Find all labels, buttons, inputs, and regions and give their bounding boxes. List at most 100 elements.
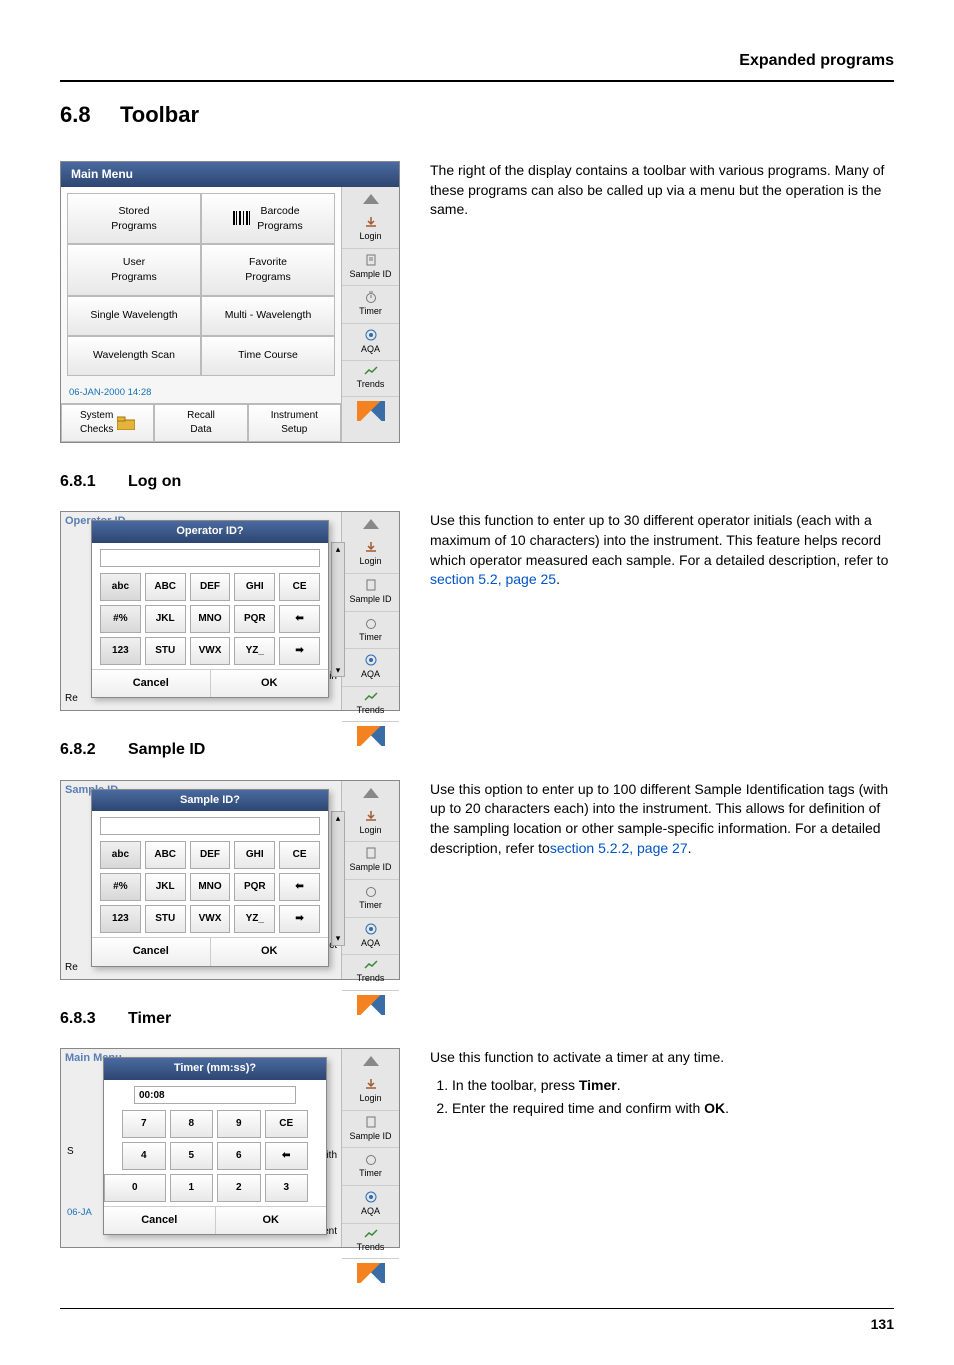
key-stu[interactable]: STU	[145, 905, 186, 933]
key-3[interactable]: 3	[265, 1174, 309, 1202]
aqa-toolbar-button[interactable]: AQA	[342, 1186, 399, 1224]
cancel-button[interactable]: Cancel	[92, 938, 211, 965]
key-vwx[interactable]: VWX	[190, 637, 231, 665]
trends-toolbar-button[interactable]: Trends	[342, 955, 399, 991]
timer-description: Use this function to activate a timer at…	[430, 1048, 894, 1068]
aqa-icon	[365, 329, 377, 341]
timer-toolbar-button[interactable]: Timer	[342, 286, 399, 324]
ok-button[interactable]: OK	[216, 1207, 327, 1234]
key-mno[interactable]: MNO	[190, 873, 231, 901]
key-0[interactable]: 0	[104, 1174, 166, 1202]
recall-data-button[interactable]: Recall Data	[154, 404, 247, 442]
timer-value-input[interactable]: 00:08	[134, 1086, 296, 1104]
sub2-num: 6.8.2	[60, 739, 128, 761]
system-checks-button[interactable]: System Checks	[61, 404, 154, 442]
ok-button[interactable]: OK	[211, 670, 329, 697]
key-123[interactable]: 123	[100, 637, 141, 665]
login-toolbar-button[interactable]: Login	[342, 211, 399, 249]
section-5-2-link[interactable]: section 5.2, page 25	[430, 571, 556, 587]
key-def[interactable]: DEF	[190, 841, 231, 869]
key-5[interactable]: 5	[170, 1142, 214, 1170]
login-toolbar-button[interactable]: Login	[342, 536, 399, 574]
key-1[interactable]: 1	[170, 1174, 214, 1202]
scroll-up-icon[interactable]	[363, 1056, 379, 1066]
sample-id-description: Use this option to enter up to 100 diffe…	[430, 780, 894, 858]
key-symbols[interactable]: #%	[100, 873, 141, 901]
aqa-toolbar-button[interactable]: AQA	[342, 324, 399, 362]
key-123[interactable]: 123	[100, 905, 141, 933]
trends-toolbar-button[interactable]: Trends	[342, 687, 399, 723]
sample-id-toolbar-button[interactable]: Sample ID	[342, 249, 399, 287]
key-ghi[interactable]: GHI	[234, 573, 275, 601]
single-wavelength-button[interactable]: Single Wavelength	[67, 296, 201, 336]
aqa-toolbar-button[interactable]: AQA	[342, 649, 399, 687]
key-back[interactable]: ⬅	[265, 1142, 309, 1170]
sub1-num: 6.8.1	[60, 471, 128, 493]
key-vwx[interactable]: VWX	[190, 905, 231, 933]
key-jkl[interactable]: JKL	[145, 605, 186, 633]
timer-toolbar-button[interactable]: Timer	[342, 1148, 399, 1186]
timer-toolbar-button[interactable]: Timer	[342, 612, 399, 650]
trends-toolbar-button[interactable]: Trends	[342, 361, 399, 397]
key-ce[interactable]: CE	[265, 1110, 309, 1138]
cancel-button[interactable]: Cancel	[92, 670, 211, 697]
key-back[interactable]: ⬅	[279, 873, 320, 901]
key-back[interactable]: ⬅	[279, 605, 320, 633]
login-toolbar-button[interactable]: Login	[342, 805, 399, 843]
key-6[interactable]: 6	[217, 1142, 261, 1170]
aqa-toolbar-button[interactable]: AQA	[342, 918, 399, 956]
key-abc[interactable]: ABC	[145, 573, 186, 601]
user-programs-button[interactable]: User Programs	[67, 244, 201, 295]
login-toolbar-button[interactable]: Login	[342, 1073, 399, 1111]
multi-wavelength-button[interactable]: Multi - Wavelength	[201, 296, 335, 336]
operator-id-input[interactable]	[100, 549, 320, 567]
key-ce[interactable]: CE	[279, 841, 320, 869]
sample-id-toolbar-button[interactable]: Sample ID	[342, 574, 399, 612]
key-ghi[interactable]: GHI	[234, 841, 275, 869]
key-abc-lower[interactable]: abc	[100, 573, 141, 601]
list-scrollbar[interactable]: ▴▾	[331, 811, 345, 946]
key-9[interactable]: 9	[217, 1110, 261, 1138]
sample-id-input[interactable]	[100, 817, 320, 835]
key-def[interactable]: DEF	[190, 573, 231, 601]
scroll-up-icon[interactable]	[342, 187, 399, 211]
key-yz[interactable]: YZ_	[234, 637, 275, 665]
time-course-button[interactable]: Time Course	[201, 336, 335, 376]
barcode-programs-button[interactable]: Barcode Programs	[201, 193, 335, 244]
key-7[interactable]: 7	[122, 1110, 166, 1138]
key-symbols[interactable]: #%	[100, 605, 141, 633]
favorite-programs-button[interactable]: Favorite Programs	[201, 244, 335, 295]
sample-id-toolbar-button[interactable]: Sample ID	[342, 1111, 399, 1149]
key-pqr[interactable]: PQR	[234, 605, 275, 633]
key-forward[interactable]: ➡	[279, 905, 320, 933]
stored-programs-button[interactable]: Stored Programs	[67, 193, 201, 244]
list-scrollbar[interactable]: ▴▾	[331, 542, 345, 677]
key-2[interactable]: 2	[217, 1174, 261, 1202]
main-menu-screenshot: Main Menu Stored Programs Barcode Progra…	[60, 161, 400, 443]
scroll-up-icon[interactable]	[363, 519, 379, 529]
timer-icon	[365, 291, 377, 303]
key-8[interactable]: 8	[170, 1110, 214, 1138]
sub3-num: 6.8.3	[60, 1008, 128, 1030]
instrument-setup-button[interactable]: Instrument Setup	[248, 404, 341, 442]
key-stu[interactable]: STU	[145, 637, 186, 665]
trends-toolbar-button[interactable]: Trends	[342, 1224, 399, 1260]
timer-toolbar-button[interactable]: Timer	[342, 880, 399, 918]
key-4[interactable]: 4	[122, 1142, 166, 1170]
sample-id-toolbar-button[interactable]: Sample ID	[342, 842, 399, 880]
wavelength-scan-button[interactable]: Wavelength Scan	[67, 336, 201, 376]
scroll-up-icon[interactable]	[363, 788, 379, 798]
key-jkl[interactable]: JKL	[145, 873, 186, 901]
key-abc-lower[interactable]: abc	[100, 841, 141, 869]
key-abc[interactable]: ABC	[145, 841, 186, 869]
section-5-2-2-link[interactable]: section 5.2.2, page 27	[550, 840, 688, 856]
key-forward[interactable]: ➡	[279, 637, 320, 665]
key-mno[interactable]: MNO	[190, 605, 231, 633]
key-yz[interactable]: YZ_	[234, 905, 275, 933]
key-ce[interactable]: CE	[279, 573, 320, 601]
key-pqr[interactable]: PQR	[234, 873, 275, 901]
login-icon	[364, 810, 378, 822]
operator-id-screenshot: Operator ID Re gin Login Sample ID Timer…	[60, 511, 400, 711]
ok-button[interactable]: OK	[211, 938, 329, 965]
cancel-button[interactable]: Cancel	[104, 1207, 216, 1234]
